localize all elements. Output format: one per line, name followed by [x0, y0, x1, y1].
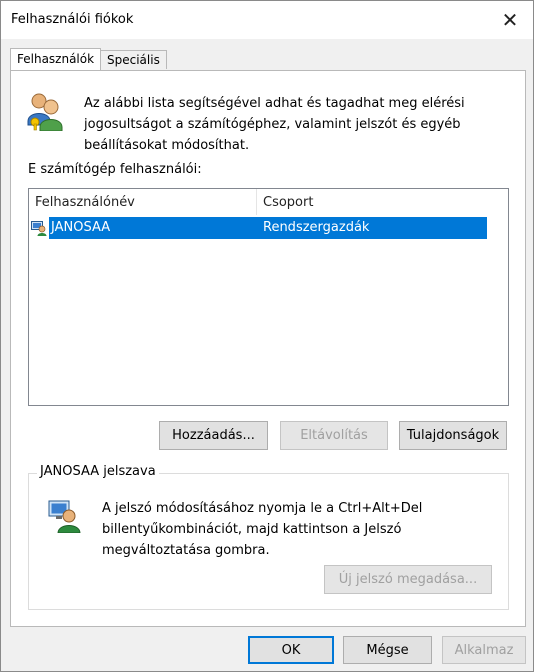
- tab-advanced[interactable]: Speciális: [100, 50, 167, 69]
- ok-button[interactable]: OK: [248, 636, 334, 664]
- password-description: A jelszó módosításához nyomja le a Ctrl+…: [102, 501, 423, 558]
- username-cell: JANOSAA: [51, 220, 111, 235]
- user-accounts-dialog: Felhasználói fiókok ✕ Felhasználók Speci…: [0, 0, 534, 672]
- close-icon: ✕: [501, 8, 519, 32]
- properties-button[interactable]: Tulajdonságok: [399, 421, 507, 450]
- user-icon: [31, 221, 47, 236]
- group-cell: Rendszergazdák: [263, 220, 370, 235]
- remove-user-button[interactable]: Eltávolítás: [280, 421, 388, 450]
- apply-button[interactable]: Alkalmaz: [442, 636, 526, 664]
- set-new-password-button[interactable]: Új jelszó megadása...: [324, 565, 492, 594]
- users-icon: [27, 93, 63, 131]
- users-list-label: E számítógép felhasználói:: [28, 162, 202, 177]
- add-user-button[interactable]: Hozzáadás...: [159, 421, 268, 450]
- table-row[interactable]: JANOSAA Rendszergazdák: [31, 216, 487, 240]
- close-button[interactable]: ✕: [487, 1, 533, 39]
- users-tab-panel: Az alábbi lista segítségével adhat és ta…: [10, 70, 526, 627]
- window-title: Felhasználói fiókok: [11, 12, 134, 27]
- cancel-button[interactable]: Mégse: [343, 636, 432, 664]
- users-list[interactable]: Felhasználónév Csoport JANOSAA Rendszerg…: [28, 188, 509, 406]
- column-header-group[interactable]: Csoport: [257, 189, 487, 215]
- users-description: Az alábbi lista segítségével adhat és ta…: [84, 96, 465, 153]
- user-key-icon: [48, 500, 81, 533]
- title-bar: Felhasználói fiókok ✕: [1, 1, 533, 39]
- password-groupbox-label: JANOSAA jelszava: [37, 464, 159, 479]
- column-header-username[interactable]: Felhasználónév: [29, 189, 257, 215]
- tab-users[interactable]: Felhasználók: [10, 48, 102, 70]
